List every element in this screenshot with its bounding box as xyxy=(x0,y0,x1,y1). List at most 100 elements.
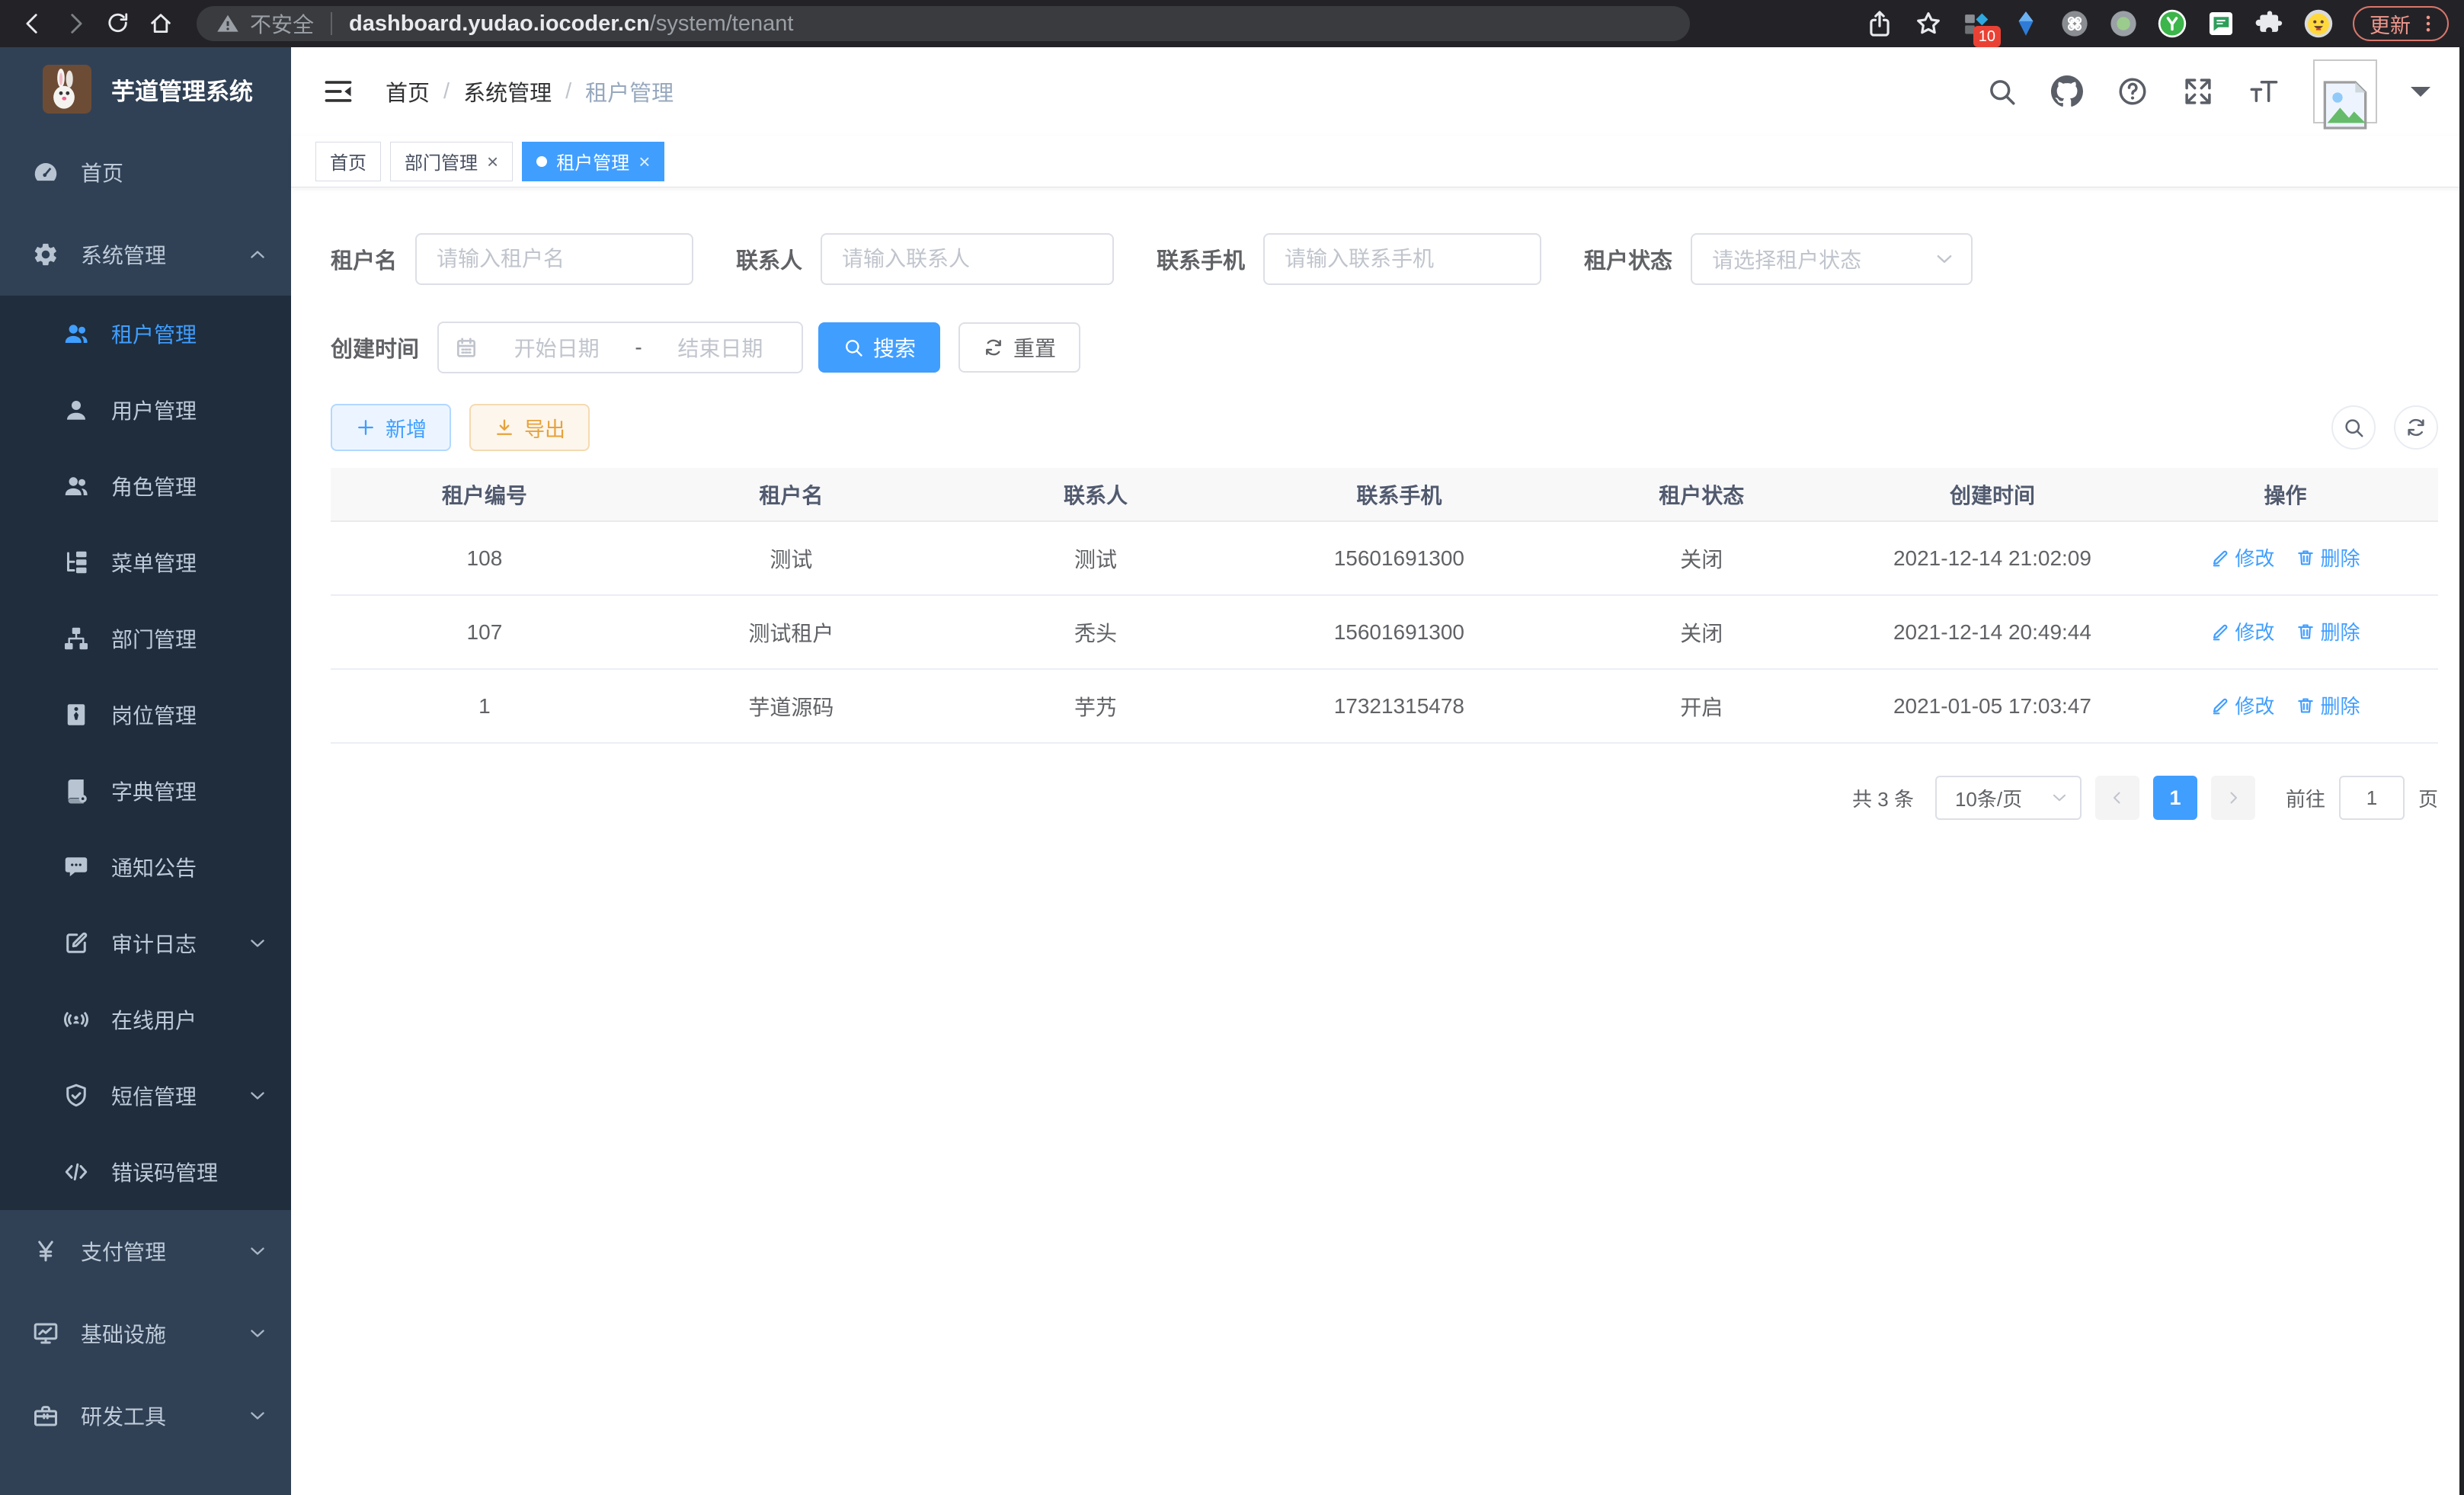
edit-link[interactable]: 修改 xyxy=(2210,617,2274,645)
filter-phone: 联系手机 xyxy=(1157,233,1541,285)
cell-status: 关闭 xyxy=(1550,595,1852,669)
delete-link[interactable]: 删除 xyxy=(2296,617,2360,645)
filter-row-2: 创建时间 开始日期 - 结束日期 搜索 重置 xyxy=(331,322,2438,373)
help-icon[interactable] xyxy=(2117,75,2149,107)
export-button[interactable]: 导出 xyxy=(469,404,590,451)
sidebar-item-gear[interactable]: 系统管理 xyxy=(0,213,291,296)
close-tab-icon[interactable]: × xyxy=(487,152,498,171)
sidebar-item-dashboard[interactable]: 首页 xyxy=(0,131,291,213)
sidebar-item-tree[interactable]: 菜单管理 xyxy=(0,524,291,600)
edit-link[interactable]: 修改 xyxy=(2210,543,2274,571)
sidebar-item-monitor[interactable]: 基础设施 xyxy=(0,1292,291,1375)
sidebar-item-toolbox[interactable]: 研发工具 xyxy=(0,1375,291,1457)
tree-icon xyxy=(62,549,90,576)
prev-page-button[interactable] xyxy=(2095,776,2139,820)
tab-首页[interactable]: 首页 xyxy=(315,142,381,181)
home-icon[interactable] xyxy=(143,6,178,41)
tab-部门管理[interactable]: 部门管理× xyxy=(390,142,513,181)
search-icon[interactable] xyxy=(1986,75,2018,107)
yen-icon xyxy=(32,1237,59,1265)
breadcrumb-separator: / xyxy=(443,79,450,104)
sidebar-item-code[interactable]: 错误码管理 xyxy=(0,1134,291,1210)
extensions-puzzle-icon[interactable] xyxy=(2255,9,2284,38)
recorder-extension-icon[interactable] xyxy=(2109,9,2138,38)
table-row: 107测试租户秃头15601691300关闭2021-12-14 20:49:4… xyxy=(331,595,2438,669)
avatar-caret-down-icon[interactable] xyxy=(2411,87,2430,107)
tab-label: 首页 xyxy=(330,148,366,174)
show-search-button[interactable] xyxy=(2331,405,2376,450)
forward-icon[interactable] xyxy=(58,6,93,41)
chevron-up-icon xyxy=(247,244,268,265)
export-button-label: 导出 xyxy=(524,413,565,443)
url-path: /system/tenant xyxy=(650,11,794,36)
sidebar-item-badge[interactable]: 岗位管理 xyxy=(0,677,291,753)
delete-link[interactable]: 删除 xyxy=(2296,543,2360,571)
browser-actions: 10 更新 xyxy=(1865,6,2449,41)
chevron-down-icon xyxy=(247,1240,268,1262)
next-page-button[interactable] xyxy=(2211,776,2255,820)
delete-link[interactable]: 删除 xyxy=(2296,691,2360,719)
page-number-button[interactable]: 1 xyxy=(2153,776,2197,820)
column-header: 租户编号 xyxy=(331,468,638,521)
kite-extension-icon[interactable] xyxy=(2011,9,2040,38)
goto-page-input[interactable] xyxy=(2339,776,2405,820)
clover-extension-icon[interactable] xyxy=(2060,9,2089,38)
sidebar-item-yen[interactable]: 支付管理 xyxy=(0,1210,291,1292)
sidebar-item-label: 支付管理 xyxy=(81,1236,166,1266)
phone-input[interactable] xyxy=(1263,233,1541,285)
cell-contact: 测试 xyxy=(944,521,1247,595)
page-header: 首页/系统管理/租户管理 xyxy=(291,47,2464,136)
edit-link[interactable]: 修改 xyxy=(2210,691,2274,719)
app-logo[interactable]: 芋道管理系统 xyxy=(0,47,291,131)
chevron-down-icon xyxy=(247,933,268,954)
add-button[interactable]: 新增 xyxy=(331,404,451,451)
tab-租户管理[interactable]: 租户管理× xyxy=(522,142,664,181)
close-tab-icon[interactable]: × xyxy=(638,152,650,171)
fullscreen-icon[interactable] xyxy=(2182,75,2214,107)
sidebar-item-log[interactable]: 审计日志 xyxy=(0,905,291,981)
sidebar-item-label: 角色管理 xyxy=(111,471,197,501)
refresh-table-button[interactable] xyxy=(2394,405,2438,450)
message-icon xyxy=(62,853,90,881)
bookmark-star-icon[interactable] xyxy=(1914,9,1943,38)
filter-status: 租户状态 请选择租户状态 xyxy=(1584,233,1973,285)
tenant-name-input[interactable] xyxy=(415,233,693,285)
github-icon[interactable] xyxy=(2051,75,2083,107)
edit-label: 修改 xyxy=(2235,617,2274,645)
collapse-sidebar-icon[interactable] xyxy=(322,75,355,108)
status-select[interactable]: 请选择租户状态 xyxy=(1691,233,1973,285)
sidebar-item-message[interactable]: 通知公告 xyxy=(0,829,291,905)
reload-icon[interactable] xyxy=(101,6,136,41)
avatar[interactable] xyxy=(2313,59,2377,123)
font-size-icon[interactable] xyxy=(2248,75,2280,107)
sidebar-item-dict[interactable]: 字典管理 xyxy=(0,753,291,829)
sidebar-item-org[interactable]: 部门管理 xyxy=(0,600,291,677)
edit-label: 修改 xyxy=(2235,691,2274,719)
avatar-emoji-icon[interactable] xyxy=(2304,9,2333,38)
sidebar-item-users[interactable]: 租户管理 xyxy=(0,296,291,372)
tenant-table: 租户编号租户名联系人联系手机租户状态创建时间操作 108测试测试15601691… xyxy=(331,468,2438,744)
contact-input[interactable] xyxy=(821,233,1114,285)
back-icon[interactable] xyxy=(15,6,50,41)
share-icon[interactable] xyxy=(1865,9,1894,38)
badge-icon xyxy=(62,701,90,728)
chat-extension-icon[interactable] xyxy=(2206,9,2235,38)
y-extension-icon[interactable] xyxy=(2158,9,2187,38)
calendar-icon xyxy=(454,335,478,360)
sidebar-item-online[interactable]: 在线用户 xyxy=(0,981,291,1058)
extension-with-badge-icon[interactable]: 10 xyxy=(1963,9,1992,38)
breadcrumb-item[interactable]: 首页 xyxy=(386,75,430,107)
search-toggle-icon xyxy=(2342,416,2365,439)
date-range-picker[interactable]: 开始日期 - 结束日期 xyxy=(437,322,803,373)
sidebar-item-shield[interactable]: 短信管理 xyxy=(0,1058,291,1134)
menu-dots-icon xyxy=(2417,12,2440,35)
reset-button[interactable]: 重置 xyxy=(958,322,1080,373)
page-size-select[interactable]: 10条/页 xyxy=(1935,776,2082,820)
sidebar-item-users[interactable]: 角色管理 xyxy=(0,448,291,524)
breadcrumb-item[interactable]: 系统管理 xyxy=(463,75,552,107)
chrome-update-button[interactable]: 更新 xyxy=(2353,6,2449,41)
column-header: 租户状态 xyxy=(1550,468,1852,521)
address-bar[interactable]: 不安全 dashboard.yudao.iocoder.cn/system/te… xyxy=(197,6,1690,41)
search-button[interactable]: 搜索 xyxy=(818,322,940,373)
sidebar-item-user[interactable]: 用户管理 xyxy=(0,372,291,448)
